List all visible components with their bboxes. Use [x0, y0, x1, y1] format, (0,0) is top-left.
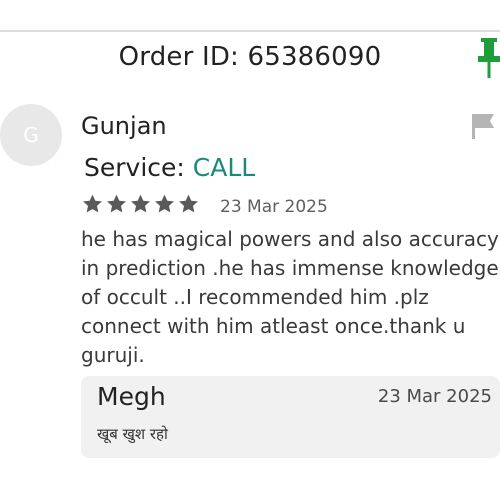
review-date: 23 Mar 2025 [220, 197, 328, 217]
service-label: Service: [84, 153, 193, 182]
review-text-line: he has magical powers and also accuracy [81, 227, 499, 251]
review-text-line: of occult ..I recommended him .plz [81, 285, 429, 309]
star-icon [131, 194, 150, 213]
review-text-line: guruji. [81, 343, 145, 367]
review-text-line: connect with him atleast once.thank u [81, 314, 466, 338]
avatar: G [0, 104, 62, 166]
star-icon [107, 194, 126, 213]
flag-icon[interactable] [470, 112, 496, 140]
review-text-line: in prediction .he has immense knowledge [81, 256, 499, 280]
review-page: Order ID: 65386090 G Gunjan Service: CAL… [0, 0, 500, 500]
reply-text: खूब खुश रहो [97, 425, 168, 443]
reply-name: Megh [97, 382, 166, 411]
star-icon [155, 194, 174, 213]
review-text: he has magical powers and also accuracy … [81, 225, 500, 370]
avatar-initial: G [23, 123, 39, 147]
reply-date: 23 Mar 2025 [377, 386, 492, 407]
reply-box: Megh 23 Mar 2025 खूब खुश रहो [81, 376, 500, 458]
service-value: CALL [192, 153, 256, 182]
rating-stars [81, 193, 200, 217]
top-divider [0, 30, 500, 32]
service-line: Service: CALL [84, 153, 255, 182]
star-icon [179, 194, 198, 213]
order-id-title: Order ID: 65386090 [118, 42, 382, 72]
star-icon [83, 194, 102, 213]
reviewer-name: Gunjan [81, 112, 167, 140]
pin-icon[interactable] [476, 38, 500, 80]
